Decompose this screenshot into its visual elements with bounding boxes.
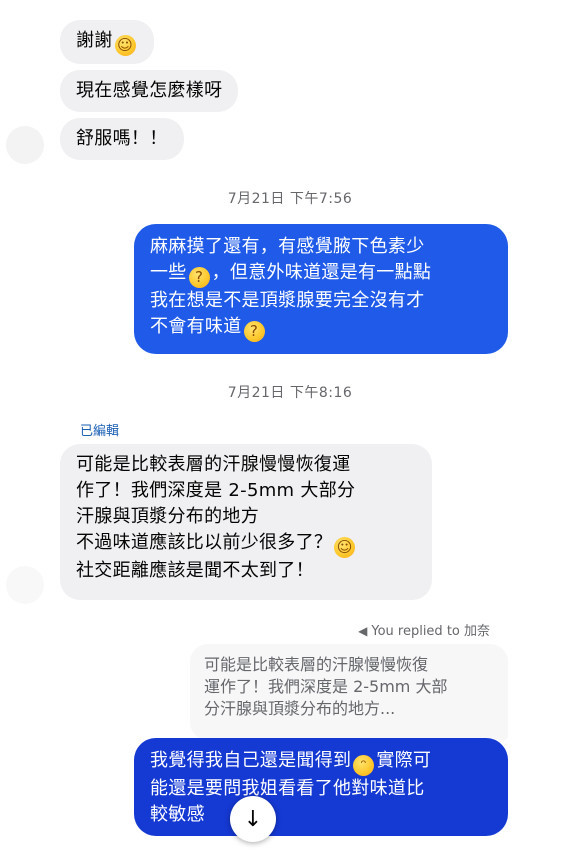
grinning-squinting-face-icon: ᵔ [353, 755, 375, 776]
reply-indicator-text: You replied to 加奈 [371, 624, 490, 639]
avatar[interactable] [6, 566, 44, 604]
edited-label[interactable]: 已編輯 [80, 420, 119, 439]
message-line: 社交距離應該是聞不太到了！ [76, 560, 314, 581]
message-bubble-incoming[interactable]: 舒服嗎！！ [60, 118, 184, 160]
quoted-line: 可能是比較表層的汗腺慢慢恢復 [204, 655, 429, 674]
scroll-to-bottom-button[interactable]: ↓ [230, 796, 276, 842]
message-line: 作了！我們深度是 2-5mm 大部分 [76, 480, 356, 501]
timestamp: 7月21日 下午8:16 [227, 385, 353, 401]
arrow-down-icon: ↓ [243, 806, 263, 832]
message-bubble-outgoing[interactable]: 我覺得我自己還是聞得到 ᵔ 實際可 能還是要問我姐看看了他對味道比 較敏感 [134, 738, 508, 836]
reply-indicator: ◀ You replied to 加奈 [358, 620, 490, 639]
message-bubble-outgoing[interactable]: 麻麻摸了還有，有感覺腋下色素少 一些? ，但意外味道還是有一點點 我在想是不是頂漿… [134, 224, 508, 354]
quoted-line: 分汗腺與頂漿分布的地方... [204, 699, 396, 718]
message-line: 較敏感 [150, 804, 205, 825]
message-line: 麻麻摸了還有，有感覺腋下色素少 [150, 236, 425, 257]
message-line: 不會有味道? [150, 314, 492, 342]
message-text: 現在感覺怎麼樣呀 [76, 80, 223, 101]
message-line: 不過味道應該比以前少很多了？ ☺ [76, 530, 416, 558]
message-line: 汗腺與頂漿分布的地方 [76, 506, 259, 527]
smiling-face-icon: ☺ [114, 35, 136, 56]
message-bubble-incoming[interactable]: 現在感覺怎麼樣呀 [60, 70, 239, 112]
message-text: 謝謝 [76, 30, 113, 51]
reply-arrow-icon: ◀ [358, 624, 368, 638]
timestamp: 7月21日 下午7:56 [227, 191, 353, 207]
message-line: 能還是要問我姐看看了他對味道比 [150, 778, 425, 799]
message-bubble-incoming[interactable]: 謝謝 ☺ [60, 20, 154, 64]
avatar[interactable] [6, 126, 44, 164]
quoted-line: 運作了！我們深度是 2-5mm 大部 [204, 677, 448, 696]
message-bubble-incoming[interactable]: 可能是比較表層的汗腺慢慢恢復運 作了！我們深度是 2-5mm 大部分 汗腺與頂漿… [60, 444, 432, 600]
message-line: 我在想是不是頂漿腺要完全沒有才 [150, 290, 425, 311]
message-text: 舒服嗎！！ [76, 128, 168, 149]
thinking-face-icon: ? [243, 321, 265, 342]
smiling-face-icon: ☺ [334, 537, 356, 558]
message-line: 可能是比較表層的汗腺慢慢恢復運 [76, 454, 351, 475]
message-line: 我覺得我自己還是聞得到 ᵔ 實際可 [150, 750, 432, 776]
thinking-face-icon: ? [188, 267, 210, 288]
message-line: 一些? ，但意外味道還是有一點點 [150, 262, 432, 288]
quoted-message[interactable]: 可能是比較表層的汗腺慢慢恢復 運作了！我們深度是 2-5mm 大部 分汗腺與頂漿… [190, 644, 508, 740]
